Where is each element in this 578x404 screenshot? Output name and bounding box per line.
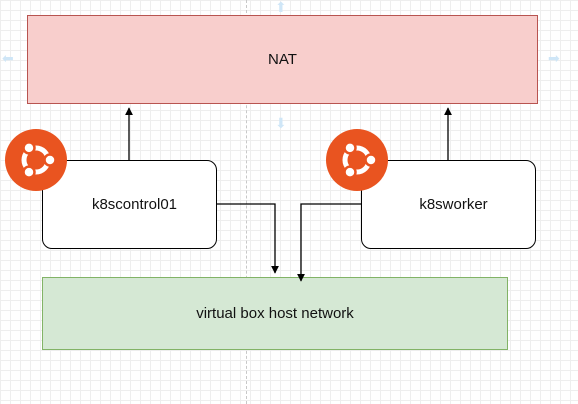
ubuntu-icon (326, 129, 388, 191)
diagram-canvas: ⬅ ➡ ⬆ ⬇ NAT virtual box host network k8s… (0, 0, 578, 404)
edge-worker-to-host-network[interactable] (297, 203, 361, 282)
connectors-layer (125, 107, 452, 282)
ubuntu-icon (5, 129, 67, 191)
edge-control-to-host-network[interactable] (217, 203, 279, 274)
